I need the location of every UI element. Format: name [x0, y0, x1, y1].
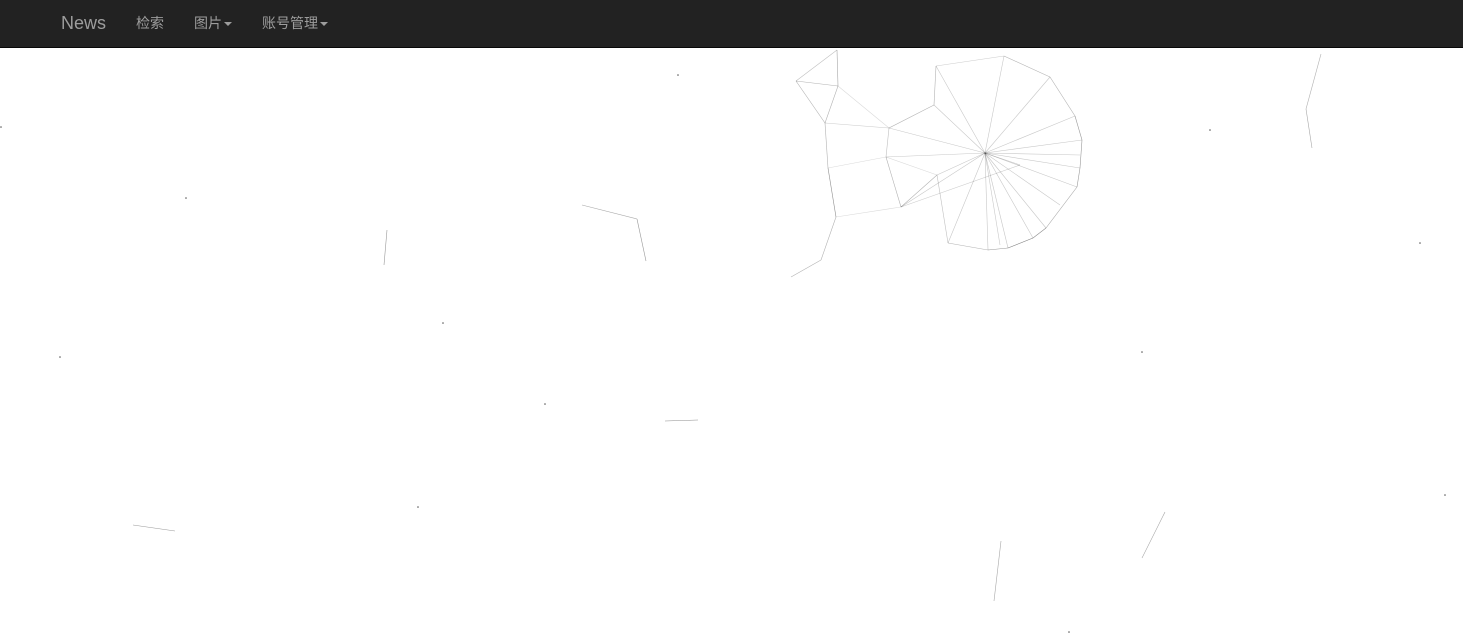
network-link — [824, 122, 829, 169]
network-node — [544, 403, 546, 405]
network-link — [885, 156, 902, 208]
network-link — [824, 85, 839, 124]
network-node — [1419, 242, 1421, 244]
network-link — [795, 80, 826, 124]
network-link — [947, 152, 986, 244]
network-node — [417, 506, 419, 508]
nav-item-account-label: 账号管理 — [262, 15, 318, 31]
network-link — [1076, 167, 1081, 188]
network-link — [664, 419, 699, 422]
network-link — [132, 524, 176, 532]
network-link — [790, 259, 822, 278]
network-link — [984, 152, 1081, 169]
network-link — [1007, 237, 1034, 249]
network-link — [900, 152, 986, 208]
brand-link[interactable]: News — [61, 0, 106, 48]
caret-down-icon — [320, 22, 328, 27]
network-link — [936, 152, 986, 176]
network-link — [581, 204, 638, 220]
network-link — [888, 127, 986, 154]
network-link — [837, 85, 890, 129]
network-link — [900, 164, 1021, 208]
network-link — [984, 152, 1081, 156]
network-node — [442, 322, 444, 324]
network-link — [1141, 511, 1166, 559]
network-link — [795, 80, 839, 87]
nav-item-images-dropdown[interactable]: 图片 — [194, 0, 232, 48]
network-link — [885, 127, 890, 158]
network-link — [827, 156, 887, 169]
network-link — [824, 122, 890, 129]
network-link — [836, 49, 839, 87]
network-node — [0, 126, 2, 128]
network-node — [1444, 494, 1446, 496]
network-node — [1141, 351, 1143, 353]
network-node — [185, 197, 187, 199]
caret-down-icon — [224, 22, 232, 27]
network-link — [936, 174, 949, 244]
network-link — [885, 156, 938, 176]
nav-item-search-label: 检索 — [136, 15, 164, 31]
network-link — [383, 229, 388, 266]
network-link — [888, 104, 935, 129]
network-link — [636, 218, 647, 262]
network-link — [984, 55, 1005, 154]
network-link — [933, 104, 986, 154]
network-link — [947, 242, 989, 251]
network-link — [820, 216, 837, 261]
network-link — [987, 247, 1009, 251]
top-navbar: News 检索 图片 账号管理 — [0, 0, 1463, 48]
network-link — [935, 65, 986, 154]
network-node — [677, 74, 679, 76]
network-link — [984, 76, 1051, 154]
network-link — [1305, 108, 1313, 149]
network-link — [795, 49, 838, 82]
network-link — [885, 152, 986, 158]
network-link — [1074, 115, 1083, 141]
network-link — [984, 152, 1061, 206]
network-link — [933, 65, 937, 106]
network-link — [835, 206, 902, 218]
network-link — [1045, 186, 1078, 229]
network-link — [993, 540, 1002, 602]
network-link — [935, 55, 1005, 67]
nav-item-account-dropdown[interactable]: 账号管理 — [262, 0, 328, 48]
network-link — [827, 167, 837, 218]
particle-network-background — [0, 49, 1446, 633]
network-link — [1049, 76, 1076, 117]
network-node — [1209, 129, 1211, 131]
nav-item-search[interactable]: 检索 — [136, 0, 164, 48]
network-link — [984, 139, 1083, 154]
network-link — [1305, 53, 1322, 110]
network-link — [1079, 139, 1083, 169]
network-link — [984, 115, 1076, 154]
network-link — [1032, 227, 1047, 239]
network-link — [1003, 55, 1051, 78]
nav-item-images-label: 图片 — [194, 15, 222, 31]
network-link — [900, 174, 938, 208]
network-node — [59, 356, 61, 358]
